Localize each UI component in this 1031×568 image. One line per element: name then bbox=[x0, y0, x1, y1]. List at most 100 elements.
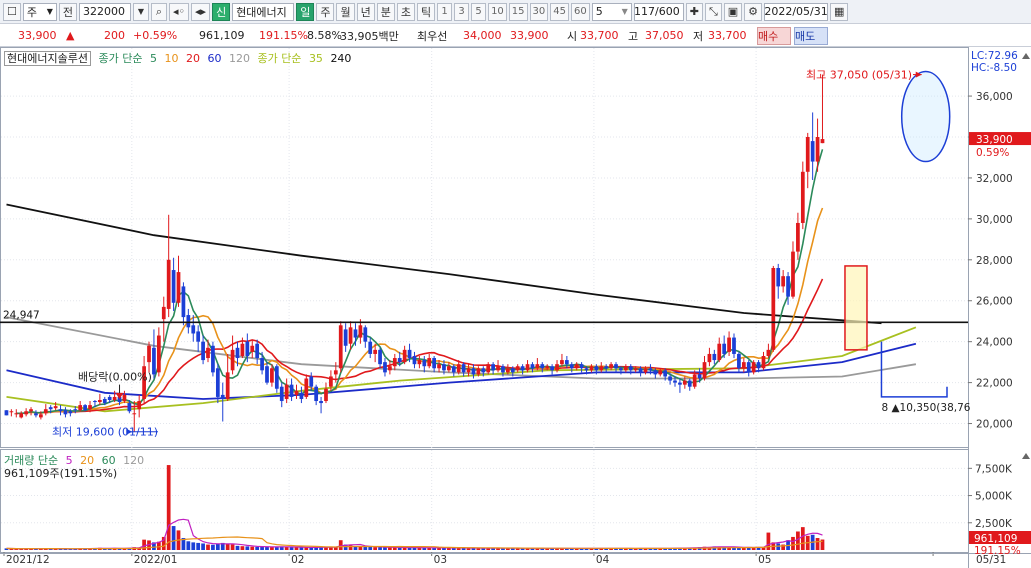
volume-bar bbox=[206, 544, 210, 550]
step-icon[interactable]: ◂▸ bbox=[191, 2, 211, 21]
minute-1[interactable]: 1 bbox=[437, 2, 453, 21]
candle-body bbox=[746, 362, 751, 373]
save-icon[interactable]: ▣ bbox=[723, 2, 743, 21]
last-rate-label: 0.59% bbox=[976, 147, 1009, 159]
volume-bar bbox=[245, 546, 250, 550]
minute-45[interactable]: 45 bbox=[550, 2, 569, 21]
candle-body bbox=[83, 405, 87, 411]
candle-body bbox=[314, 386, 319, 402]
period-tick[interactable]: 틱 bbox=[416, 2, 436, 21]
volume-bar bbox=[270, 547, 274, 550]
minute-10[interactable]: 10 bbox=[488, 2, 507, 21]
code-dropdown-icon[interactable]: ▼ bbox=[133, 2, 149, 21]
candle-body bbox=[88, 405, 92, 410]
count-select[interactable]: 5 ▼ bbox=[591, 2, 632, 21]
candle-body bbox=[805, 137, 810, 172]
minute-30[interactable]: 30 bbox=[529, 2, 549, 21]
volume-bar bbox=[260, 546, 264, 550]
candle-body bbox=[201, 341, 205, 361]
price-chart[interactable]: 36,00034,00032,00030,00028,00026,00024,0… bbox=[0, 47, 1031, 568]
period-year[interactable]: 년 bbox=[356, 2, 375, 21]
volume-bar bbox=[294, 547, 299, 550]
candle-body bbox=[486, 364, 491, 373]
open-label: 시 bbox=[567, 29, 578, 43]
candle-body bbox=[697, 374, 702, 379]
low-label: 저 bbox=[693, 29, 704, 43]
candle-body bbox=[402, 349, 407, 363]
candle-body bbox=[481, 368, 486, 373]
gear-icon[interactable]: ⚙ bbox=[744, 2, 763, 21]
minute-5[interactable]: 5 bbox=[471, 2, 487, 21]
volume-bar bbox=[215, 543, 220, 550]
candle-body bbox=[245, 341, 250, 356]
prev-button[interactable]: 전 bbox=[58, 2, 77, 21]
draw-icon[interactable]: ⤡ bbox=[704, 2, 722, 21]
market-select[interactable]: 주 ▼ bbox=[22, 2, 57, 21]
chevron-down-icon: ▼ bbox=[621, 7, 628, 16]
candle-body bbox=[260, 358, 264, 371]
volume-bar bbox=[201, 543, 205, 550]
ma60-label: 60 bbox=[207, 52, 222, 65]
hc-label: HC:-8.50 bbox=[971, 62, 1017, 74]
minute-3[interactable]: 3 bbox=[454, 2, 470, 21]
date-input[interactable]: 2022/05/31 bbox=[764, 2, 829, 21]
candle-body bbox=[348, 327, 353, 344]
candle-body bbox=[491, 364, 495, 371]
count-label: 8 ▲10,350(38,76 bbox=[881, 402, 970, 414]
search-icon[interactable]: ⌕ bbox=[151, 2, 167, 21]
high-annotation: 최고 37,050 (05/31) bbox=[806, 69, 912, 82]
ma10-label: 10 bbox=[164, 52, 179, 65]
period-second[interactable]: 초 bbox=[396, 2, 415, 21]
candle-body bbox=[545, 366, 550, 369]
minute-15[interactable]: 15 bbox=[508, 2, 528, 21]
candle-body bbox=[270, 368, 274, 383]
x-tick-label: 04 bbox=[596, 554, 610, 566]
candle-body bbox=[638, 368, 643, 373]
candle-body bbox=[78, 405, 83, 411]
candle-body bbox=[235, 347, 240, 359]
high-label: 고 bbox=[628, 29, 639, 43]
candle-body bbox=[73, 409, 78, 411]
candle-body bbox=[525, 364, 530, 371]
x-tick-label: 2022/01 bbox=[134, 554, 178, 566]
code-input[interactable]: 322000 bbox=[79, 2, 131, 21]
candle-body bbox=[373, 349, 378, 354]
candle-body bbox=[19, 413, 24, 418]
buy-button[interactable]: 매수 bbox=[757, 27, 791, 45]
sell-button[interactable]: 매도 bbox=[794, 27, 828, 45]
candle-body bbox=[152, 347, 156, 375]
crosshair-icon[interactable]: ✚ bbox=[685, 2, 703, 21]
volume-bar bbox=[166, 465, 171, 550]
candle-body bbox=[510, 368, 515, 373]
price-tick-label: 20,000 bbox=[976, 419, 1013, 431]
calendar-icon[interactable]: ▦ bbox=[830, 2, 849, 21]
candle-body bbox=[127, 403, 132, 412]
candle-body bbox=[363, 327, 368, 342]
period-minute[interactable]: 분 bbox=[376, 2, 395, 21]
volume-bar bbox=[383, 547, 387, 550]
candle-body bbox=[741, 362, 746, 369]
window-icon[interactable]: ☐ bbox=[3, 2, 21, 21]
period-month[interactable]: 월 bbox=[336, 2, 355, 21]
candle-body bbox=[815, 137, 820, 162]
volume-tick-label: 5,000K bbox=[975, 491, 1013, 503]
candle-body bbox=[368, 341, 373, 354]
high-highlight-ellipse bbox=[900, 70, 951, 163]
stock-name: 현대에너지 bbox=[232, 2, 295, 21]
volume-bar bbox=[368, 546, 373, 550]
minute-60[interactable]: 60 bbox=[571, 2, 590, 21]
candle-body bbox=[171, 270, 176, 303]
candle-body bbox=[451, 366, 456, 373]
price-change: 200 bbox=[104, 29, 125, 42]
period-day[interactable]: 일 bbox=[296, 2, 315, 21]
volume-rate: 191.15% bbox=[259, 29, 308, 42]
candle-body bbox=[422, 360, 427, 367]
sound-icon[interactable]: ◂◦ bbox=[169, 2, 190, 21]
period-week[interactable]: 주 bbox=[316, 2, 335, 21]
candle-body bbox=[776, 267, 781, 287]
candle-body bbox=[329, 376, 333, 387]
high-price: 37,050 bbox=[645, 29, 684, 42]
candle-body bbox=[810, 141, 815, 162]
candle-body bbox=[771, 267, 776, 350]
candle-body bbox=[250, 345, 255, 352]
